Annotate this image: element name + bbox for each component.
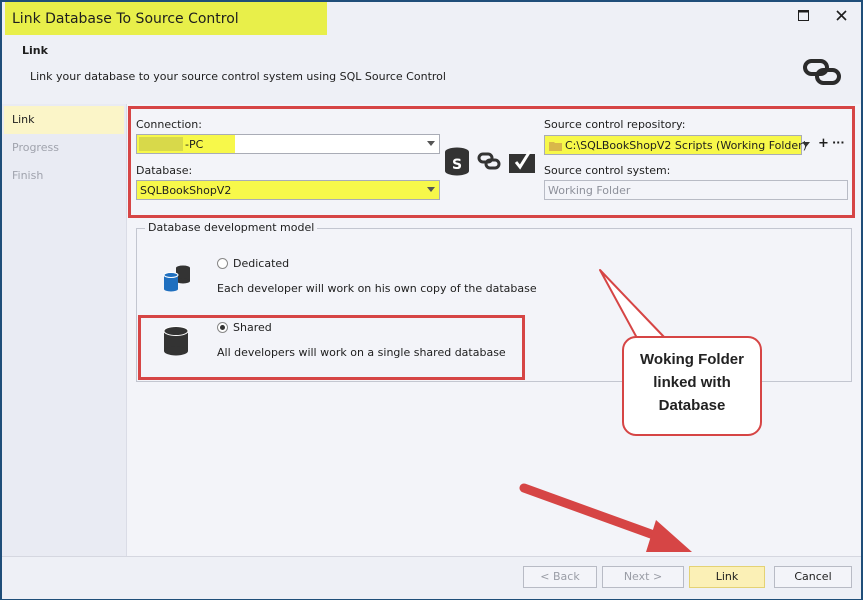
dedicated-radio[interactable]	[217, 258, 228, 269]
step-finish: Finish	[12, 169, 44, 182]
callout-line-3: Database	[658, 397, 726, 414]
connection-value: -PC	[185, 138, 204, 151]
callout-line-1: Woking Folder	[640, 351, 744, 368]
source-control-system-value: Working Folder	[548, 184, 631, 197]
chain-link-icon	[477, 152, 501, 173]
callout-pointer	[599, 269, 666, 339]
repository-value: C:\SQLBookShopV2 Scripts (Working Folder…	[565, 139, 807, 152]
step-link[interactable]: Link	[4, 106, 124, 134]
chevron-down-icon[interactable]	[427, 141, 435, 146]
callout-box: Woking Folder linked with Database	[622, 336, 762, 436]
shared-description: All developers will work on a single sha…	[217, 346, 506, 359]
repository-row: C:\SQLBookShopV2 Scripts (Working Folder…	[544, 135, 848, 155]
header-description: Link your database to your source contro…	[30, 70, 446, 83]
cancel-button[interactable]: Cancel	[774, 566, 852, 588]
redacted-block	[139, 137, 183, 151]
dedicated-description: Each developer will work on his own copy…	[217, 282, 537, 295]
add-repository-icon[interactable]: +	[818, 136, 829, 151]
dedicated-databases-icon	[162, 263, 192, 296]
header-title: Link	[22, 44, 48, 57]
svg-text:S: S	[452, 157, 462, 173]
connection-label: Connection:	[136, 118, 202, 131]
back-button[interactable]: < Back	[523, 566, 597, 588]
wizard-header: Link Link your database to your source c…	[2, 36, 861, 102]
more-options-icon[interactable]: ···	[832, 136, 845, 149]
source-control-system-label: Source control system:	[544, 164, 671, 177]
callout-line-2: linked with	[653, 374, 731, 391]
shared-label: Shared	[233, 321, 272, 334]
shared-database-icon	[163, 326, 189, 359]
connection-combo[interactable]: -PC	[136, 134, 440, 154]
wizard-steps-sidebar: Link Progress Finish	[2, 104, 127, 556]
maximize-icon[interactable]	[798, 10, 809, 25]
dialog-window: Link Database To Source Control Link Lin…	[0, 0, 863, 600]
title-bar: Link Database To Source Control	[2, 2, 861, 36]
repository-combo[interactable]: C:\SQLBookShopV2 Scripts (Working Folder…	[544, 135, 807, 155]
next-button[interactable]: Next >	[602, 566, 684, 588]
close-icon[interactable]	[836, 10, 847, 25]
database-value: SQLBookShopV2	[140, 184, 232, 197]
link-button[interactable]: Link	[689, 566, 765, 588]
database-combo[interactable]: SQLBookShopV2	[136, 180, 440, 200]
folder-icon	[549, 141, 562, 154]
repository-label: Source control repository:	[544, 118, 686, 131]
database-label: Database:	[136, 164, 193, 177]
chevron-down-icon[interactable]	[802, 142, 810, 147]
step-progress: Progress	[12, 141, 59, 154]
source-control-system-field: Working Folder	[544, 180, 848, 200]
chevron-down-icon[interactable]	[427, 187, 435, 192]
source-control-icon	[508, 148, 536, 177]
window-title: Link Database To Source Control	[12, 11, 239, 27]
annotation-arrow	[519, 483, 692, 552]
development-model-title: Database development model	[145, 221, 318, 234]
database-icon: S	[444, 147, 470, 180]
shared-radio[interactable]	[217, 322, 228, 333]
chain-link-icon	[802, 58, 842, 86]
dedicated-label: Dedicated	[233, 257, 290, 270]
